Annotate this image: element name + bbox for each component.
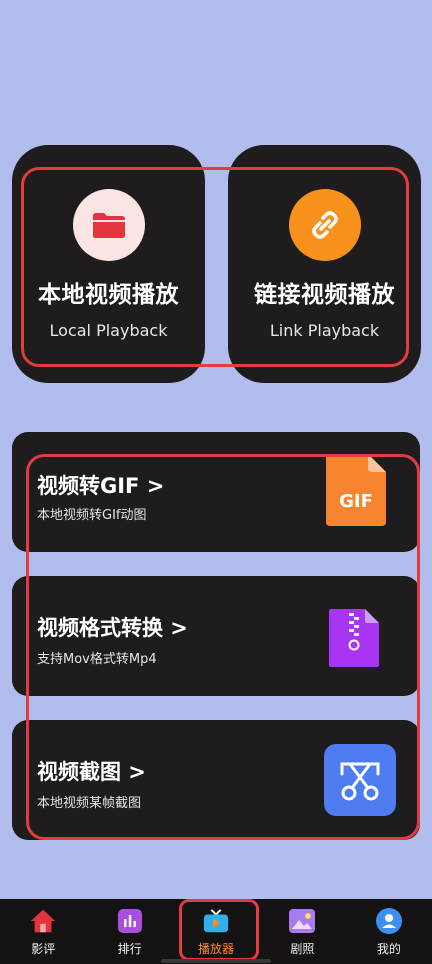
nav-item-ranking[interactable]: 排行 <box>86 899 172 964</box>
photo-icon <box>288 907 316 935</box>
bottom-nav: 影评 排行 播放器 剧照 我的 <box>0 899 432 964</box>
tv-play-icon <box>202 907 230 935</box>
nav-item-stills[interactable]: 剧照 <box>259 899 345 964</box>
format-convert-title: 视频格式转换 > <box>37 616 188 640</box>
user-icon <box>375 907 403 935</box>
scissors-icon <box>324 744 396 816</box>
home-indicator <box>161 959 271 963</box>
nav-label-player: 播放器 <box>198 942 235 956</box>
video-screenshot-desc: 本地视频某帧截图 <box>37 796 142 811</box>
gif-file-icon: GIF <box>320 454 392 526</box>
nav-item-mine[interactable]: 我的 <box>346 899 432 964</box>
video-screenshot-title: 视频截图 > <box>37 760 146 784</box>
nav-label-mine: 我的 <box>376 942 401 956</box>
video-to-gif-desc: 本地视频转GIf动图 <box>37 508 147 523</box>
link-playback-card[interactable]: 链接视频播放 Link Playback <box>228 145 421 383</box>
zip-file-icon <box>318 602 390 674</box>
video-screenshot-card[interactable]: 视频截图 > 本地视频某帧截图 <box>12 720 420 840</box>
folder-icon <box>72 189 145 261</box>
nav-item-reviews[interactable]: 影评 <box>0 899 86 964</box>
home-icon <box>29 907 57 935</box>
nav-item-player[interactable]: 播放器 <box>173 899 259 964</box>
local-playback-subtitle: Local Playback <box>49 321 168 340</box>
link-icon <box>288 189 361 261</box>
format-convert-desc: 支持Mov格式转Mp4 <box>37 652 157 667</box>
link-playback-subtitle: Link Playback <box>269 321 380 340</box>
local-playback-title: 本地视频播放 <box>38 282 179 308</box>
nav-label-ranking: 排行 <box>117 942 142 956</box>
local-playback-card[interactable]: 本地视频播放 Local Playback <box>12 145 205 383</box>
gif-icon-text: GIF <box>339 491 373 512</box>
nav-label-stills: 剧照 <box>290 942 315 956</box>
link-playback-title: 链接视频播放 <box>254 282 395 308</box>
video-to-gif-title: 视频转GIF > <box>37 474 165 498</box>
format-convert-card[interactable]: 视频格式转换 > 支持Mov格式转Mp4 <box>12 576 420 696</box>
nav-label-reviews: 影评 <box>31 942 56 956</box>
chart-icon <box>116 907 144 935</box>
video-to-gif-card[interactable]: 视频转GIF > 本地视频转GIf动图 GIF <box>12 432 420 552</box>
